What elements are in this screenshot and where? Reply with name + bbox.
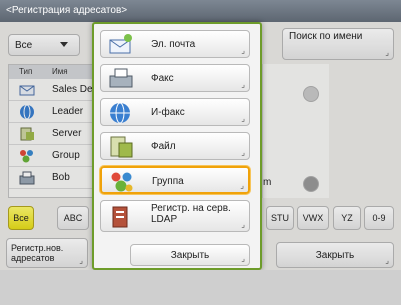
corner-mark-icon: ⌟: [241, 80, 245, 89]
corner-mark-icon: ⌟: [240, 181, 244, 190]
corner-mark-icon: ⌟: [241, 114, 245, 123]
menu-item-label: Факс: [151, 73, 174, 84]
menu-item-email[interactable]: Эл. почта ⌟: [100, 30, 250, 58]
popup-close-button[interactable]: Закрыть ⌟: [130, 244, 250, 266]
title-bar: <Регистрация адресатов>: [0, 0, 401, 22]
ifax-icon: [107, 100, 135, 126]
corner-mark-icon: ⌟: [241, 46, 245, 55]
menu-item-ifax[interactable]: И-факс ⌟: [100, 98, 250, 126]
file-server-icon: [107, 134, 135, 160]
menu-item-label: Файл: [151, 141, 176, 152]
bottom-bezel: [0, 270, 401, 305]
addressee-type-popup: Эл. почта ⌟ Факс ⌟ И-факс ⌟ Файл ⌟ Групп…: [92, 22, 262, 270]
menu-item-label: Эл. почта: [151, 39, 196, 50]
menu-item-label: И-факс: [151, 107, 185, 118]
ldap-server-icon: [107, 204, 135, 230]
menu-item-ldap[interactable]: Регистр. на серв. LDAP ⌟: [100, 200, 250, 232]
corner-mark-icon: ⌟: [241, 220, 245, 229]
popup-close-label: Закрыть: [170, 249, 210, 261]
fax-icon: [107, 66, 135, 92]
menu-item-label: Регистр. на серв. LDAP: [151, 203, 231, 225]
corner-mark-icon: ⌟: [241, 254, 245, 263]
group-icon: [108, 169, 136, 195]
menu-item-label: Группа: [152, 176, 184, 187]
corner-mark-icon: ⌟: [241, 148, 245, 157]
window-title: <Регистрация адресатов>: [6, 5, 128, 16]
menu-item-group[interactable]: Группа ⌟: [100, 166, 250, 194]
menu-item-fax[interactable]: Факс ⌟: [100, 64, 250, 92]
menu-item-file[interactable]: Файл ⌟: [100, 132, 250, 160]
email-icon: [107, 32, 135, 58]
address-registration-screen: <Регистрация адресатов> Все Поиск по име…: [0, 0, 401, 270]
